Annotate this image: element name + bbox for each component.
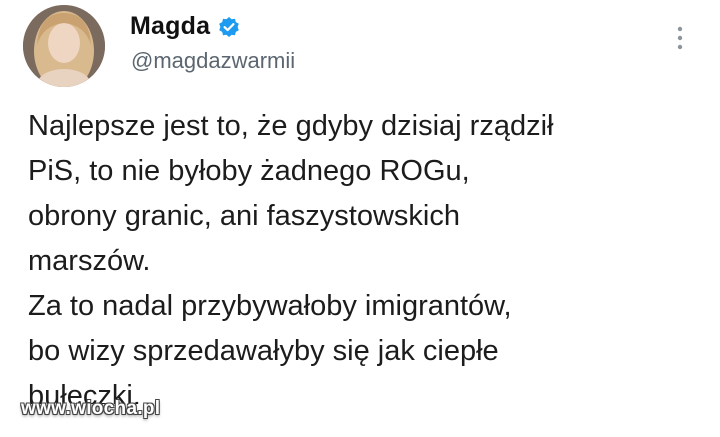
tweet-text-line: bo wizy sprzedawałyby się jak ciepłe [28,335,499,367]
author-display-name[interactable]: Magda [130,12,210,41]
tweet-card: Magda @magdazwarmii Najlepsze jest to, ż… [0,0,720,437]
author-handle[interactable]: @magdazwarmii [131,48,295,74]
tweet-text-line: Za to nadal przybywałoby imigrantów, [28,290,512,322]
site-watermark: www.wiocha.pl [21,398,161,419]
tweet-text-line: obrony granic, ani faszystowskich [28,200,460,232]
tweet-text-line: PiS, to nie byłoby żadnego ROGu, [28,155,470,187]
avatar-image [23,5,105,87]
more-options-icon[interactable] [676,25,684,53]
avatar[interactable] [23,5,105,87]
author-name-row: Magda [130,12,240,41]
verified-badge-icon [218,16,240,38]
tweet-text-line: marszów. [28,245,151,277]
tweet-text-line: Najlepsze jest to, że gdyby dzisiaj rząd… [28,110,554,142]
tweet-text: Najlepsze jest to, że gdyby dzisiaj rząd… [28,104,708,404]
